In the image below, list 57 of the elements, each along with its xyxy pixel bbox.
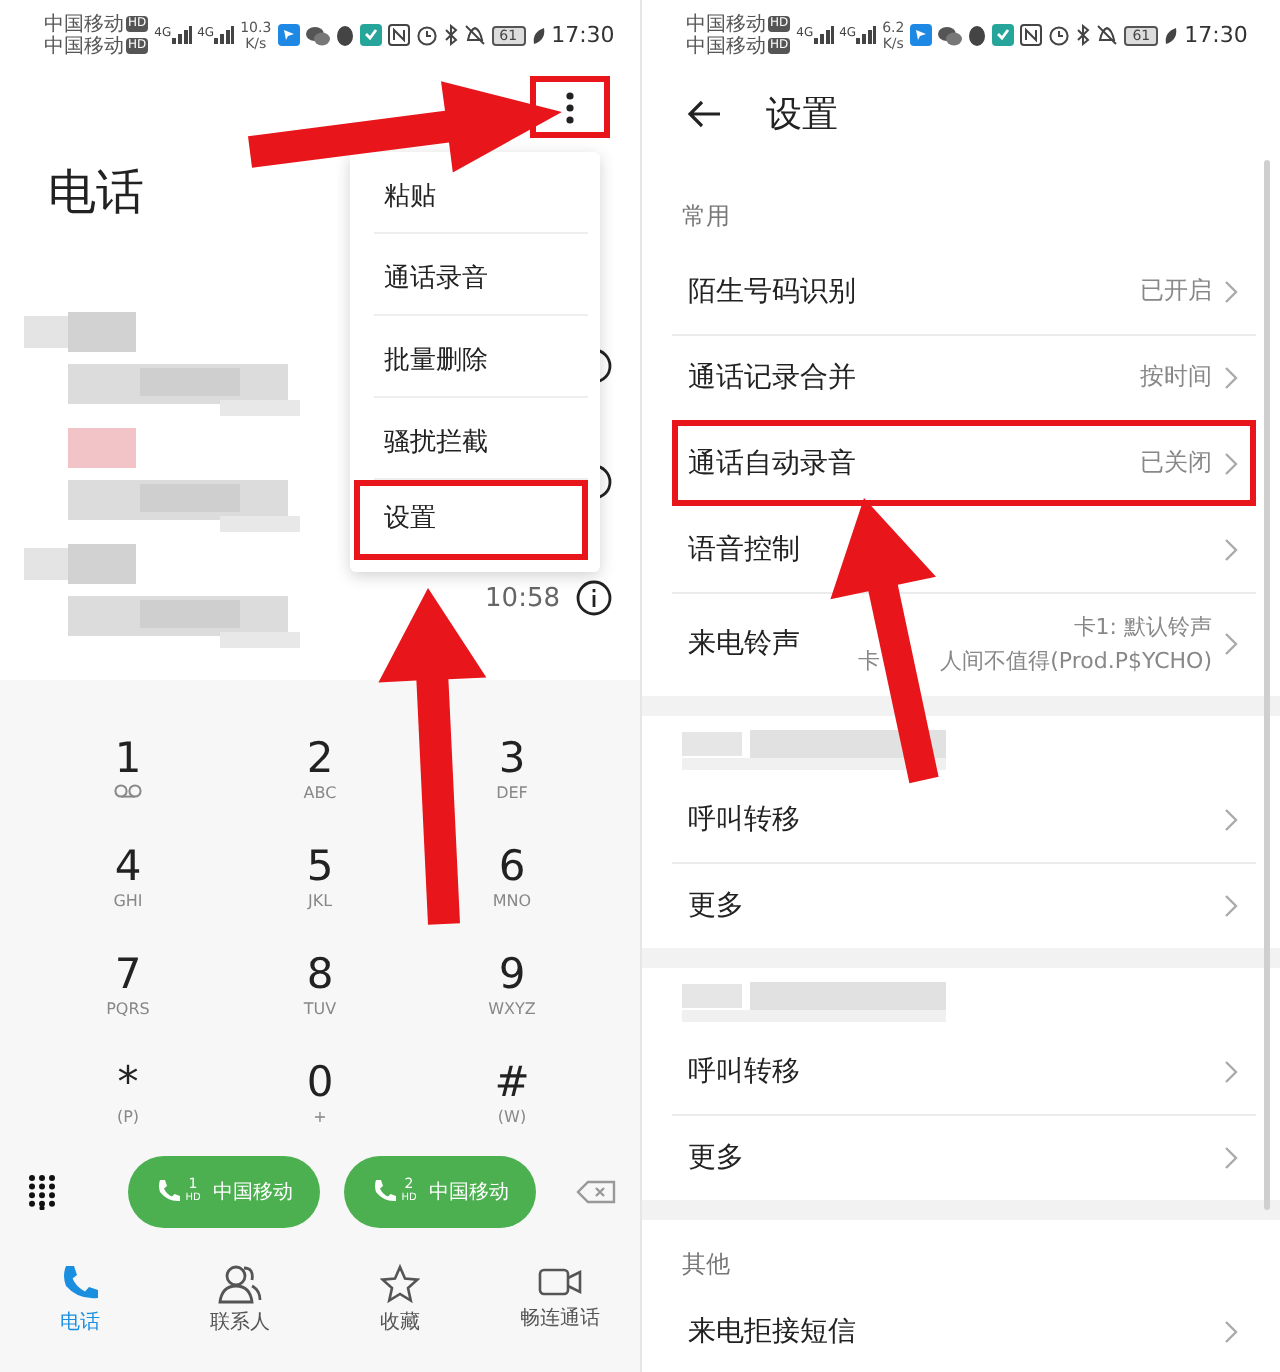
row-label: 来电拒接短信 [688,1313,856,1349]
row-label: 更多 [688,1139,744,1175]
dial-key[interactable]: 1 [32,720,224,828]
carrier-name: 中国移动 [686,13,766,35]
carrier-name: 中国移动 [686,35,766,57]
settings-row[interactable]: 通话自动录音 已关闭 [672,420,1256,506]
dial-key[interactable]: 5 JKL [224,828,416,936]
settings-row[interactable]: 通话记录合并 按时间 [672,334,1256,420]
settings-row[interactable]: 语音控制 [672,506,1256,592]
row-value: 已开启 [1140,274,1212,308]
dial-key[interactable]: 7 PQRS [32,936,224,1044]
row-label: 通话记录合并 [688,359,856,395]
clock: 17:30 [551,22,615,48]
row-value: 已关闭 [1140,446,1212,480]
dial-key[interactable]: 6 MNO [416,828,608,936]
row-label: 陌生号码识别 [688,273,856,309]
call-time: 10:58 [485,583,560,613]
nav-tab[interactable]: 畅连通话 [480,1264,640,1356]
ringtone-text: 卡1: 默认铃声 [1073,612,1212,644]
row-label: 更多 [688,887,744,923]
clock: 17:30 [1184,22,1248,48]
ringtone-text: 人间不值得(Prod.P$YCHO) [940,646,1212,678]
settings-row[interactable]: 来电铃声 卡1: 默认铃声 卡 人间不值得(Prod.P$YCHO) [672,592,1256,696]
menu-item[interactable]: 批量删除 [354,316,588,396]
settings-row[interactable]: 陌生号码识别 已开启 [672,248,1256,334]
dial-key[interactable]: 8 TUV [224,936,416,1044]
row-value: 按时间 [1140,360,1212,394]
menu-item[interactable]: 通话录音 [354,234,588,314]
row-label: 来电铃声 [688,626,800,662]
row-label: 通话自动录音 [688,445,856,481]
nav-tab[interactable]: 收藏 [320,1264,480,1356]
row-label: 呼叫转移 [688,801,800,837]
settings-row[interactable]: 呼叫转移 [672,1028,1256,1114]
ringtone-text: 卡 [858,646,881,678]
row-label: 呼叫转移 [688,1053,800,1089]
row-label: 语音控制 [688,531,800,567]
dial-key[interactable]: 2 ABC [224,720,416,828]
dial-key[interactable]: 9 WXYZ [416,936,608,1044]
dial-key[interactable]: # (W) [416,1044,608,1152]
dial-key[interactable]: 3 DEF [416,720,608,828]
menu-item[interactable]: 粘贴 [354,152,588,232]
carrier-name: 中国移动 [44,13,124,35]
dial-key[interactable]: 0 + [224,1044,416,1152]
page-title: 电话 [48,162,144,224]
carrier-name: 中国移动 [44,35,124,57]
section-label: 常用 [682,202,730,230]
nav-tab[interactable]: 联系人 [160,1264,320,1356]
settings-row[interactable]: 更多 [672,862,1256,948]
section-label: 其他 [682,1250,730,1278]
dial-key[interactable]: * (P) [32,1044,224,1152]
dial-key[interactable]: 4 GHI [32,828,224,936]
menu-item[interactable]: 设置 [354,480,588,560]
settings-row[interactable]: 呼叫转移 [672,776,1256,862]
settings-row[interactable]: 更多 [672,1114,1256,1200]
settings-row[interactable]: 来电拒接短信 [672,1288,1256,1372]
screen-title: 设置 [766,91,838,137]
menu-item[interactable]: 骚扰拦截 [354,398,588,478]
